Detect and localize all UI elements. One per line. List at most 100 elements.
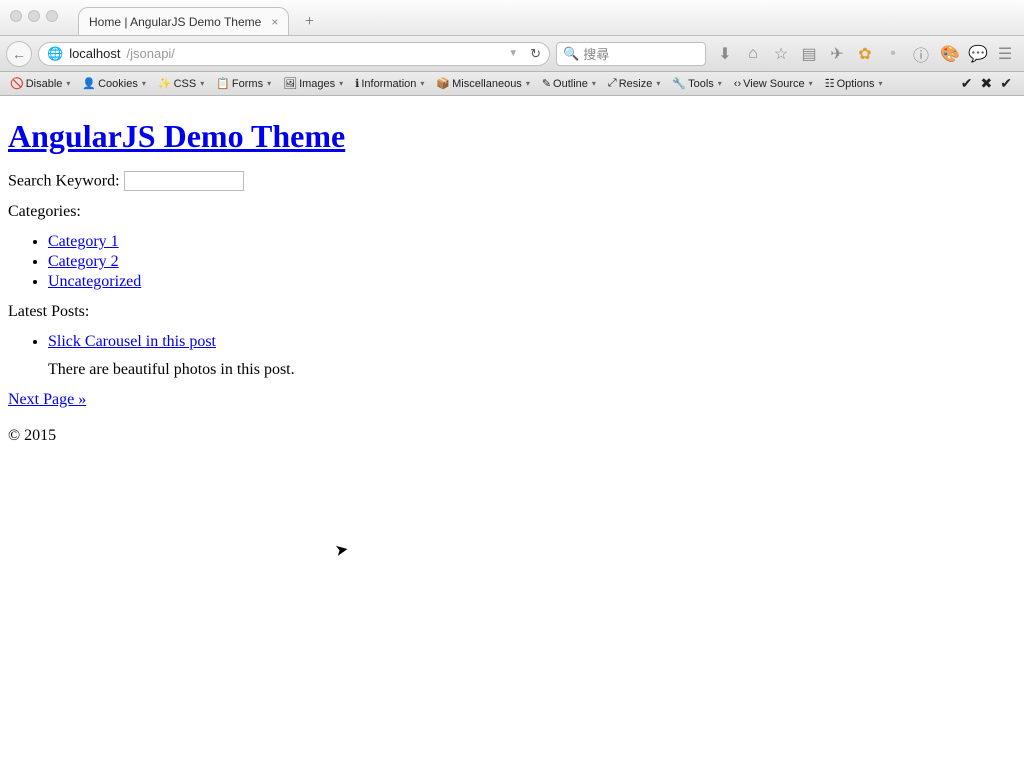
chevron-down-icon: ▾ <box>200 79 204 88</box>
categories-label: Categories: <box>8 203 1016 221</box>
menu-icon[interactable]: ☰ <box>996 44 1014 64</box>
close-tab-icon[interactable]: × <box>271 15 278 29</box>
devtool-menu-outline[interactable]: ✎Outline ▾ <box>536 72 602 95</box>
list-item: Category 2 <box>48 253 1016 271</box>
site-title-link[interactable]: AngularJS Demo Theme <box>8 118 345 154</box>
code-icon: ‹› <box>734 78 741 90</box>
devtool-menu-label: Miscellaneous <box>452 78 522 90</box>
url-bar[interactable]: 🌐 localhost/jsonapi/ ▼ ↻ <box>38 42 550 66</box>
chevron-down-icon: ▾ <box>267 79 271 88</box>
send-icon[interactable]: ✈ <box>828 44 846 64</box>
close-window-button[interactable] <box>10 10 22 22</box>
devtool-menu-label: Tools <box>688 78 714 90</box>
search-label: Search Keyword: <box>8 173 120 190</box>
devtool-menu-information[interactable]: ℹInformation ▾ <box>349 72 430 95</box>
chevron-down-icon: ▾ <box>718 79 722 88</box>
browser-tab[interactable]: Home | AngularJS Demo Theme × <box>78 7 289 35</box>
devtool-menu-label: Cookies <box>98 78 138 90</box>
back-button[interactable]: ← <box>6 41 32 67</box>
devtool-menu-forms[interactable]: 📋Forms▾ <box>210 72 277 95</box>
new-tab-button[interactable]: + <box>295 11 323 33</box>
search-placeholder: 搜尋 <box>583 44 609 63</box>
chevron-down-icon: ▾ <box>420 79 424 88</box>
page-title: AngularJS Demo Theme <box>8 118 1016 155</box>
web-developer-toolbar: 🚫Disable▾👤Cookies▾✨CSS▾📋Forms▾🖼Images▾ℹI… <box>0 72 1024 96</box>
devtool-menu-images[interactable]: 🖼Images ▾ <box>277 72 349 95</box>
category-link[interactable]: Uncategorized <box>48 273 141 290</box>
tab-title: Home | AngularJS Demo Theme <box>89 15 261 29</box>
posts-list: Slick Carousel in this post There are bea… <box>8 333 1016 379</box>
disable-icon: 🚫 <box>10 77 24 90</box>
footer-text: © 2015 <box>8 427 1016 445</box>
url-path: /jsonapi/ <box>127 46 175 61</box>
devtool-menu-label: Options <box>837 78 875 90</box>
home-icon[interactable]: ⌂ <box>744 45 762 63</box>
divider-icon: • <box>884 45 902 63</box>
chat-icon[interactable]: 💬 <box>968 44 986 64</box>
category-link[interactable]: Category 2 <box>48 253 119 270</box>
devtool-menu-label: CSS <box>174 78 197 90</box>
cube-icon: 📦 <box>436 77 450 90</box>
extension-icon[interactable]: ✿ <box>856 44 874 64</box>
wrench-icon: 🔧 <box>672 77 686 90</box>
address-toolbar: ← 🌐 localhost/jsonapi/ ▼ ↻ 🔍 搜尋 ⬇ ⌂ ☆ ▤ … <box>0 36 1024 72</box>
search-icon: 🔍 <box>563 46 579 62</box>
history-dropdown-icon[interactable]: ▼ <box>508 48 518 59</box>
devtool-menu-label: Information <box>361 78 416 90</box>
downloads-icon[interactable]: ⬇ <box>716 44 734 64</box>
search-row: Search Keyword: <box>8 171 1016 191</box>
pencil-icon: ✎ <box>542 77 551 90</box>
check-icon-2[interactable]: ✔ <box>1000 75 1012 92</box>
reader-icon[interactable]: ▤ <box>800 44 818 64</box>
image-icon: 🖼 <box>283 77 297 90</box>
list-item: Uncategorized <box>48 273 1016 291</box>
next-page-link[interactable]: Next Page » <box>8 391 86 408</box>
devtool-menu-label: Resize <box>619 78 653 90</box>
devtool-menu-tools[interactable]: 🔧Tools ▾ <box>666 72 727 95</box>
devtool-menu-view source[interactable]: ‹›View Source▾ <box>728 72 819 95</box>
devtool-menu-resize[interactable]: ⤢Resize▾ <box>602 72 666 95</box>
url-host: localhost <box>69 46 120 61</box>
close-icon[interactable]: ✖ <box>981 75 993 92</box>
devtool-menu-label: Images <box>299 78 335 90</box>
chevron-down-icon: ▾ <box>656 79 660 88</box>
check-icon[interactable]: ✔ <box>961 75 973 92</box>
reload-icon[interactable]: ↻ <box>530 46 541 62</box>
window-titlebar: Home | AngularJS Demo Theme × + <box>0 0 1024 36</box>
devtool-menu-css[interactable]: ✨CSS▾ <box>152 72 210 95</box>
zoom-window-button[interactable] <box>46 10 58 22</box>
palette-icon[interactable]: 🎨 <box>940 44 958 64</box>
info-icon: ℹ <box>355 77 359 90</box>
devtool-menu-options[interactable]: ☷Options▾ <box>819 72 889 95</box>
post-link[interactable]: Slick Carousel in this post <box>48 333 216 350</box>
search-input[interactable] <box>124 171 244 191</box>
list-item: Slick Carousel in this post There are bea… <box>48 333 1016 379</box>
sliders-icon: ☷ <box>825 77 835 90</box>
browser-search-box[interactable]: 🔍 搜尋 <box>556 42 706 66</box>
devtool-menu-disable[interactable]: 🚫Disable▾ <box>4 72 76 95</box>
devtool-menu-label: Outline <box>553 78 588 90</box>
latest-posts-label: Latest Posts: <box>8 303 1016 321</box>
devtool-menu-label: Disable <box>26 78 63 90</box>
chevron-down-icon: ▾ <box>339 79 343 88</box>
minimize-window-button[interactable] <box>28 10 40 22</box>
devtool-menu-miscellaneous[interactable]: 📦Miscellaneous ▾ <box>430 72 535 95</box>
devtool-menu-label: View Source <box>743 78 805 90</box>
cursor-icon: ➤ <box>333 539 350 561</box>
chevron-down-icon: ▾ <box>592 79 596 88</box>
user-icon: 👤 <box>82 77 96 90</box>
bookmark-icon[interactable]: ☆ <box>772 44 790 64</box>
arrow-left-icon: ← <box>12 46 26 62</box>
post-excerpt: There are beautiful photos in this post. <box>48 361 1016 379</box>
chevron-down-icon: ▾ <box>526 79 530 88</box>
devtool-menu-cookies[interactable]: 👤Cookies▾ <box>76 72 151 95</box>
clipboard-icon: 📋 <box>216 77 230 90</box>
wand-icon: ✨ <box>158 77 172 90</box>
categories-list: Category 1 Category 2 Uncategorized <box>8 233 1016 291</box>
resize-icon: ⤢ <box>608 77 617 90</box>
toolbar-icons: ⬇ ⌂ ☆ ▤ ✈ ✿ • ⓘ 🎨 💬 ☰ <box>712 42 1018 66</box>
category-link[interactable]: Category 1 <box>48 233 119 250</box>
page-body: AngularJS Demo Theme Search Keyword: Cat… <box>0 96 1024 451</box>
chevron-down-icon: ▾ <box>66 79 70 88</box>
help-icon[interactable]: ⓘ <box>912 42 930 66</box>
